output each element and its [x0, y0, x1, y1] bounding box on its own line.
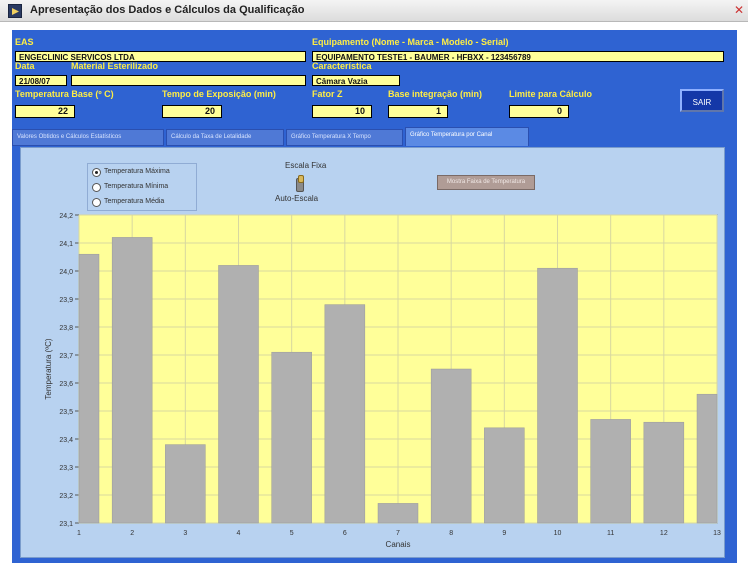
chart-panel: Temperatura Máxima Temperatura Mínima Te… — [20, 147, 725, 558]
x-tick-label: 10 — [554, 530, 562, 537]
x-tick-label: 2 — [130, 530, 134, 537]
y-tick-label: 24,1 — [59, 241, 73, 248]
y-axis-title: Temperatura (ºC) — [44, 338, 53, 399]
app-icon — [8, 4, 22, 18]
eas-label: EAS — [15, 37, 34, 47]
bar-canal-4 — [218, 265, 259, 524]
y-tick-label: 23,1 — [59, 521, 73, 528]
bar-canal-9 — [484, 427, 525, 524]
title-bar: Apresentação dos Dados e Cálculos da Qua… — [0, 0, 748, 22]
tab-taxa-letalidade[interactable]: Cálculo da Taxa de Letalidade — [166, 129, 284, 146]
x-tick-label: 6 — [343, 530, 347, 537]
caracteristica-label: Característica — [312, 61, 372, 71]
bar-canal-6 — [324, 304, 366, 524]
temp-base-field[interactable]: 22 — [15, 105, 75, 118]
bar-canal-1 — [78, 253, 100, 524]
limite-field[interactable]: 0 — [509, 105, 569, 118]
window-title: Apresentação dos Dados e Cálculos da Qua… — [30, 4, 305, 16]
y-tick-label: 23,4 — [59, 437, 73, 444]
sair-button[interactable]: SAIR — [680, 89, 724, 112]
temperature-bar-chart: 23,1 23,2 23,3 23,4 23,5 23,6 23,7 23,8 23,9 24,0… — [44, 213, 721, 549]
tempo-label: Tempo de Exposição (min) — [162, 89, 276, 99]
tab-valores-obtidos[interactable]: Valores Obtidos e Cálculos Estatísticos — [12, 129, 164, 146]
x-tick-label: 7 — [396, 530, 400, 537]
tab-grafico-temperatura-canal[interactable]: Gráfico Temperatura por Canal — [405, 127, 529, 146]
x-tick-label: 5 — [290, 530, 294, 537]
fator-label: Fator Z — [312, 89, 343, 99]
data-field[interactable]: 21/08/07 — [15, 75, 67, 86]
eas-field[interactable]: ENGECLINIC SERVICOS LTDA — [15, 51, 306, 62]
bar-canal-13 — [696, 393, 718, 524]
data-label: Data — [15, 61, 35, 71]
y-tick-label: 24,0 — [59, 269, 73, 276]
base-integracao-label: Base integração (min) — [388, 89, 483, 99]
bar-canal-3 — [165, 444, 206, 524]
y-tick-label: 23,6 — [59, 381, 73, 388]
bar-canal-8 — [430, 368, 472, 524]
y-tick-label: 23,9 — [59, 297, 73, 304]
equipamento-field[interactable]: EQUIPAMENTO TESTE1 - BAUMER - HFBXX - 12… — [312, 51, 724, 62]
y-tick-label: 23,7 — [59, 353, 73, 360]
bar-canal-12 — [643, 421, 685, 524]
x-tick-label: 3 — [183, 530, 187, 537]
fator-field[interactable]: 10 — [312, 105, 372, 118]
y-tick-label: 23,2 — [59, 493, 73, 500]
tempo-field[interactable]: 20 — [162, 105, 222, 118]
x-tick-label: 9 — [502, 530, 506, 537]
x-tick-label: 1 — [77, 530, 81, 537]
temp-base-label: Temperatura Base (º C) — [15, 89, 114, 99]
tab-bar: Valores Obtidos e Cálculos Estatísticos … — [12, 127, 737, 146]
y-tick-label: 23,5 — [59, 409, 73, 416]
y-tick-label: 23,3 — [59, 465, 73, 472]
tab-grafico-temperatura-tempo[interactable]: Gráfico Temperatura X Tempo — [286, 129, 403, 146]
y-tick-label: 23,8 — [59, 325, 73, 332]
x-tick-label: 11 — [607, 530, 614, 537]
base-integracao-field[interactable]: 1 — [388, 105, 448, 118]
x-tick-label: 13 — [713, 530, 721, 537]
bar-canal-11 — [590, 419, 631, 524]
bar-canal-5 — [271, 351, 312, 524]
x-tick-label: 12 — [660, 530, 668, 537]
app-window: Apresentação dos Dados e Cálculos da Qua… — [0, 0, 748, 567]
limite-label: Limite para Cálculo — [509, 89, 593, 99]
x-tick-label: 8 — [449, 530, 453, 537]
bar-canal-2 — [111, 237, 153, 524]
caracteristica-field[interactable]: Câmara Vazia — [312, 75, 400, 86]
x-axis-title: Canais — [386, 540, 411, 549]
x-tick-label: 4 — [237, 530, 241, 537]
material-field[interactable] — [71, 75, 306, 86]
bar-canal-7 — [377, 503, 419, 524]
equipamento-label: Equipamento (Nome - Marca - Modelo - Ser… — [312, 37, 509, 47]
y-tick-label: 24,2 — [59, 213, 73, 220]
close-icon[interactable]: ✕ — [734, 4, 744, 16]
bar-canal-10 — [537, 267, 578, 524]
material-label: Material Esterilizado — [71, 61, 159, 71]
